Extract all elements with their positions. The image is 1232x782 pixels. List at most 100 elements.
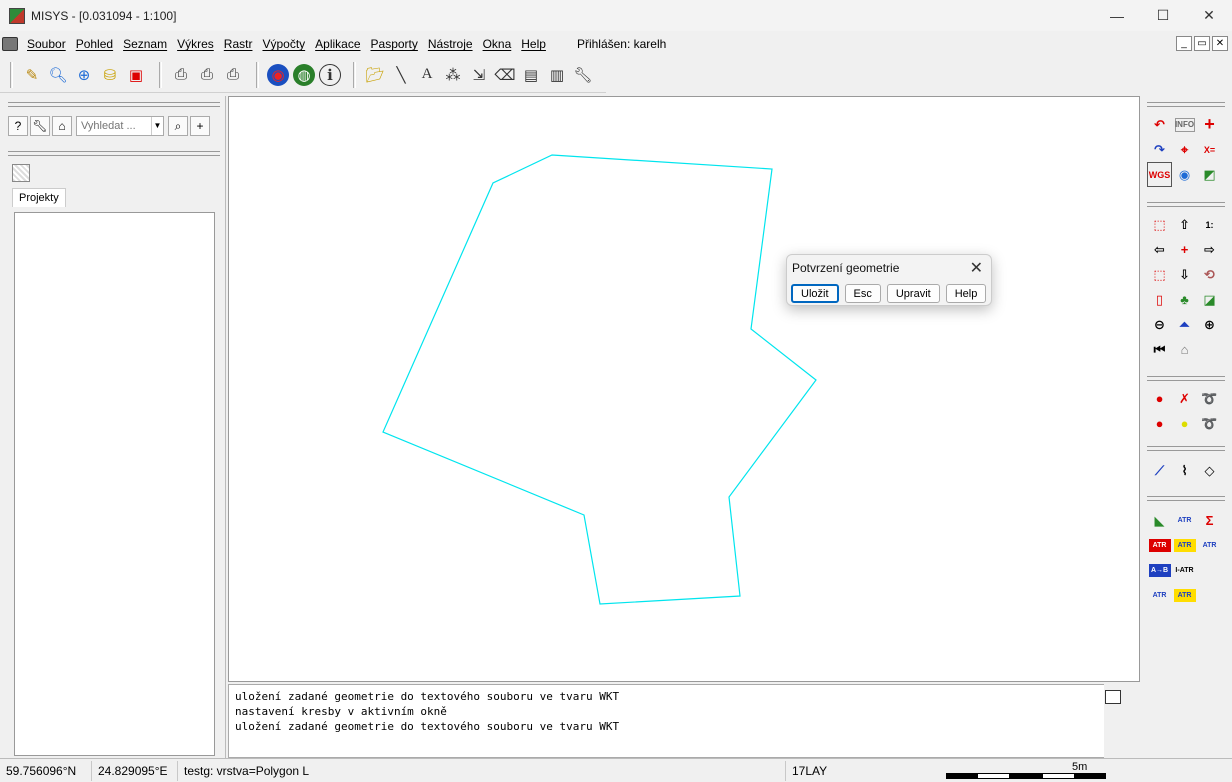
dialog-close-icon[interactable]: ✕ (970, 258, 983, 278)
zoom-extent-icon[interactable]: ⬚ (1147, 262, 1172, 287)
redo-icon[interactable]: ↷ (1147, 137, 1172, 162)
menu-rastr[interactable]: Rastr (219, 37, 258, 51)
message-log[interactable]: uložení zadané geometrie do textového so… (228, 684, 1126, 758)
tree-icon[interactable]: ♣ (1172, 287, 1197, 312)
layer-manager-icon[interactable]: ⛁ (99, 64, 121, 86)
pan-left-icon[interactable]: ⇦ (1147, 237, 1172, 262)
zoom-out-icon[interactable]: ⊖ (1147, 312, 1172, 337)
info-tag-icon[interactable]: INFO (1174, 117, 1195, 132)
coordinates-icon[interactable]: X= (1197, 137, 1222, 162)
select-list-icon[interactable]: ● (1147, 411, 1172, 436)
mdi-close-button[interactable]: ✕ (1212, 36, 1228, 51)
toolbar-grip[interactable] (1147, 376, 1225, 381)
zoom-in-icon[interactable]: ⊕ (1197, 312, 1222, 337)
scale-1-icon[interactable]: 1: (1197, 212, 1222, 237)
menu-soubor[interactable]: Soubor (22, 37, 71, 51)
toolbar-grip[interactable] (1147, 102, 1225, 107)
i-atr-icon[interactable]: I-ATR (1172, 558, 1197, 583)
layers-icon[interactable] (12, 164, 30, 182)
menu-pohled[interactable]: Pohled (71, 37, 118, 51)
atr-yellow-icon[interactable]: ATR (1173, 539, 1196, 552)
search-icon[interactable]: ⌕ (168, 116, 188, 136)
tools-wrench-icon[interactable]: 🔧︎ (572, 64, 594, 86)
atr-table-icon[interactable]: ATR (1197, 533, 1222, 558)
edit-button[interactable]: Upravit (886, 284, 940, 303)
text-icon[interactable]: A (416, 64, 438, 86)
menu-vykres[interactable]: Výkres (172, 37, 219, 51)
snap-point-icon[interactable]: ⌖ (1172, 137, 1197, 162)
map-canvas[interactable] (228, 96, 1140, 682)
area-icon[interactable]: ◇ (1197, 458, 1222, 483)
zoom-window-icon[interactable]: ⬚ (1147, 212, 1172, 237)
close-button[interactable]: ✕ (1186, 0, 1232, 31)
save-icon[interactable]: ▤ (520, 64, 542, 86)
select-info-icon[interactable]: ● (1147, 386, 1172, 411)
info-icon[interactable]: ℹ (319, 63, 341, 86)
draw-line-icon[interactable]: ╲ (390, 64, 412, 86)
attribute-arrow-icon[interactable]: ◣ (1147, 508, 1172, 533)
settings-wrench-icon[interactable]: 🔧︎ (30, 116, 50, 136)
toolbar-grip[interactable] (1147, 202, 1225, 207)
chevron-down-icon[interactable]: ▼ (151, 117, 163, 135)
zoom-previous-icon[interactable]: ⏶ (1172, 312, 1197, 337)
home-icon[interactable]: ⌂ (52, 116, 72, 136)
plot-icon[interactable]: ⎙ (222, 64, 244, 86)
globe-icon[interactable]: ◉ (267, 63, 289, 86)
help-button[interactable]: ? (8, 116, 28, 136)
pan-center-icon[interactable]: + (1172, 237, 1197, 262)
symbol-icon[interactable]: ⁂ (442, 64, 464, 86)
raster-globe-icon[interactable]: ◍ (293, 63, 315, 86)
zoom-all-icon[interactable]: ⊕ (73, 64, 95, 86)
atr-badge-icon[interactable]: ATR (1172, 508, 1197, 533)
menu-okna[interactable]: Okna (478, 37, 517, 51)
toolbar-grip[interactable] (1147, 446, 1225, 451)
menu-aplikace[interactable]: Aplikace (310, 37, 365, 51)
menu-vypocty[interactable]: Výpočty (257, 37, 310, 51)
search-input[interactable] (77, 120, 151, 132)
open-folder-icon[interactable]: 📂︎ (364, 64, 386, 86)
raster-view-icon[interactable]: ◪ (1197, 287, 1222, 312)
pan-down-icon[interactable]: ⇩ (1172, 262, 1197, 287)
page-icon[interactable]: ▯ (1147, 287, 1172, 312)
menu-help[interactable]: Help (516, 37, 551, 51)
wgs-icon[interactable]: WGS (1147, 162, 1172, 187)
search-combo[interactable]: ▼ (76, 116, 164, 136)
crosshair-icon[interactable]: + (1197, 112, 1222, 137)
save-button[interactable]: Uložit (791, 284, 839, 303)
rewind-icon[interactable]: ⏮ (1147, 337, 1172, 362)
print-icon[interactable]: ⎙ (196, 64, 218, 86)
redraw-icon[interactable]: ⟲ (1197, 262, 1222, 287)
move-icon[interactable]: ⇲ (468, 64, 490, 86)
project-tree[interactable] (14, 212, 215, 756)
home-view-icon[interactable]: ⌂ (1172, 337, 1197, 362)
tab-projekty[interactable]: Projekty (12, 188, 66, 207)
undo-icon[interactable]: ↶ (1147, 112, 1172, 137)
select-cancel-icon[interactable]: ✗ (1172, 386, 1197, 411)
erase-icon[interactable]: ⌫ (494, 64, 516, 86)
panel-grip[interactable] (8, 151, 220, 156)
menu-seznam[interactable]: Seznam (118, 37, 172, 51)
pan-right-icon[interactable]: ⇨ (1197, 237, 1222, 262)
globe-icon[interactable]: ◉ (1172, 162, 1197, 187)
maximize-button[interactable]: ☐ (1140, 0, 1186, 31)
a-to-b-icon[interactable]: A→B (1148, 564, 1171, 577)
highlight-icon[interactable]: ● (1172, 411, 1197, 436)
dialog-help-button[interactable]: Help (945, 284, 987, 303)
layer-colors-icon[interactable]: ▣ (125, 64, 147, 86)
mdi-minimize-button[interactable]: _ (1176, 36, 1192, 51)
zoom-window-icon[interactable]: 🔍︎ (47, 64, 69, 86)
minimize-button[interactable]: — (1094, 0, 1140, 31)
line-segment-icon[interactable]: ⟋ (1147, 458, 1172, 483)
print-preview-icon[interactable]: ⎙ (170, 64, 192, 86)
map-image-icon[interactable]: ◩ (1197, 162, 1222, 187)
lasso-icon[interactable]: ➰ (1197, 386, 1222, 411)
add-icon[interactable]: + (190, 116, 210, 136)
toolbar-grip[interactable] (1147, 496, 1225, 501)
panel-grip[interactable] (8, 102, 220, 107)
menu-nastroje[interactable]: Nástroje (423, 37, 478, 51)
polyline-icon[interactable]: ⌇ (1172, 458, 1197, 483)
mdi-restore-button[interactable]: ▭ (1194, 36, 1210, 51)
esc-button[interactable]: Esc (844, 284, 881, 303)
log-maximize-button[interactable] (1105, 690, 1121, 704)
atr-link-icon[interactable]: ATR (1173, 589, 1196, 602)
